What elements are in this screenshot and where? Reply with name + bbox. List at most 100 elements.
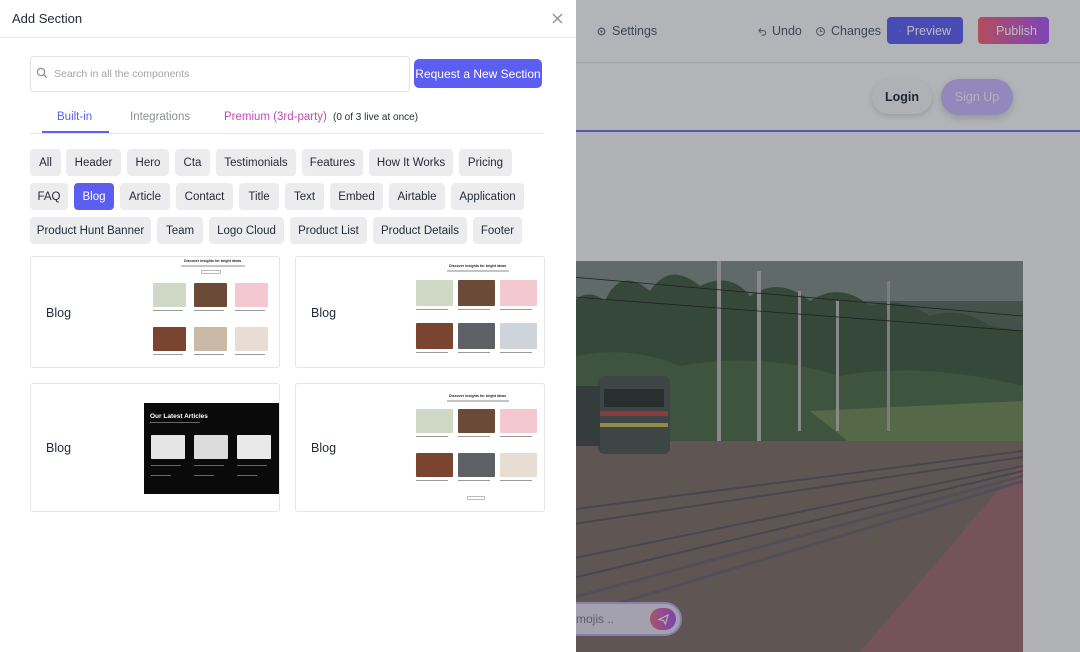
preview-image	[416, 323, 453, 349]
preview-image	[500, 409, 537, 433]
category-chip-blog[interactable]: Blog	[74, 183, 114, 210]
preview-image	[194, 327, 227, 351]
preview-text-line	[194, 475, 214, 476]
preview-text-line	[500, 480, 532, 482]
tab-premium[interactable]: Premium (3rd-party)	[224, 111, 327, 123]
preview-image	[500, 453, 537, 477]
category-chip-how-it-works[interactable]: How It Works	[369, 149, 453, 176]
category-chip-footer[interactable]: Footer	[473, 217, 522, 244]
tabs-divider	[30, 133, 544, 134]
preview-subtitle	[181, 265, 245, 267]
preview-text-line	[151, 475, 171, 476]
category-chip-cta[interactable]: Cta	[175, 149, 210, 176]
preview-text-line	[235, 310, 265, 312]
category-chip-product-list[interactable]: Product List	[290, 217, 367, 244]
preview-image	[153, 327, 186, 351]
panel-header: Add Section	[0, 0, 576, 38]
category-chip-title[interactable]: Title	[239, 183, 279, 210]
category-chip-hero[interactable]: Hero	[127, 149, 169, 176]
search-input[interactable]	[54, 63, 404, 85]
preview-image	[458, 280, 495, 306]
preview-button	[201, 270, 221, 274]
section-card-label: Blog	[311, 306, 337, 320]
category-chip-contact[interactable]: Contact	[176, 183, 233, 210]
section-card-preview: Discover insights for bright ideas	[412, 261, 542, 365]
section-card-preview: Our Latest Articles	[144, 403, 279, 494]
preview-text-line	[194, 310, 224, 312]
section-card-label: Blog	[311, 441, 337, 455]
category-chip-all[interactable]: All	[30, 149, 61, 176]
preview-text-line	[458, 436, 490, 438]
preview-image	[500, 280, 537, 306]
category-chip-header[interactable]: Header	[66, 149, 121, 176]
preview-image	[237, 435, 271, 459]
preview-image	[194, 283, 227, 307]
add-section-panel: Add Section Request a New Section Built-…	[0, 0, 576, 652]
close-icon	[552, 13, 562, 23]
preview-text-line	[500, 352, 532, 354]
category-chip-embed[interactable]: Embed	[330, 183, 383, 210]
preview-image	[458, 453, 495, 477]
preview-text-line	[235, 354, 265, 356]
preview-text-line	[194, 354, 224, 356]
category-chip-pricing[interactable]: Pricing	[459, 149, 512, 176]
preview-text-line	[153, 354, 183, 356]
preview-subtitle	[150, 422, 200, 423]
category-chip-product-hunt-banner[interactable]: Product Hunt Banner	[30, 217, 151, 244]
preview-text-line	[416, 352, 448, 354]
preview-image	[458, 323, 495, 349]
active-tab-indicator	[42, 131, 109, 133]
preview-image	[458, 409, 495, 433]
preview-title: Discover insights for bright ideas	[449, 394, 507, 398]
category-chip-faq[interactable]: FAQ	[30, 183, 68, 210]
category-chip-logo-cloud[interactable]: Logo Cloud	[209, 217, 284, 244]
preview-title: Our Latest Articles	[150, 413, 208, 420]
preview-text-line	[500, 436, 532, 438]
section-card[interactable]: Blog Our Latest Articles	[30, 383, 280, 512]
section-card-preview: Discover insights for bright ideas	[149, 257, 279, 367]
preview-text-line	[153, 310, 183, 312]
section-card-label: Blog	[46, 306, 72, 320]
category-chip-text[interactable]: Text	[285, 183, 324, 210]
preview-image	[194, 435, 228, 459]
request-section-button[interactable]: Request a New Section	[414, 59, 542, 88]
section-card[interactable]: Blog Discover insights for bright ideas	[295, 383, 545, 512]
preview-image	[235, 283, 268, 307]
category-chip-team[interactable]: Team	[157, 217, 203, 244]
preview-text-line	[458, 352, 490, 354]
preview-image	[416, 409, 453, 433]
category-chip-airtable[interactable]: Airtable	[389, 183, 445, 210]
preview-text-line	[458, 309, 490, 311]
preview-image	[500, 323, 537, 349]
tab-integrations[interactable]: Integrations	[130, 111, 190, 123]
category-chip-application[interactable]: Application	[451, 183, 524, 210]
preview-subtitle	[447, 270, 509, 272]
preview-image	[153, 283, 186, 307]
preview-image	[416, 280, 453, 306]
preview-text-line	[416, 309, 448, 311]
preview-text-line	[194, 465, 224, 466]
preview-title: Discover insights for bright ideas	[184, 259, 242, 263]
preview-text-line	[237, 465, 267, 466]
preview-text-line	[458, 480, 490, 482]
tab-built-in[interactable]: Built-in	[57, 111, 92, 123]
preview-text-line	[416, 480, 448, 482]
category-chip-article[interactable]: Article	[120, 183, 170, 210]
category-chip-features[interactable]: Features	[302, 149, 363, 176]
preview-text-line	[416, 436, 448, 438]
close-button[interactable]	[549, 10, 565, 26]
preview-image	[235, 327, 268, 351]
preview-image	[416, 453, 453, 477]
section-card-preview: Discover insights for bright ideas	[412, 392, 542, 506]
category-chip-product-details[interactable]: Product Details	[373, 217, 467, 244]
search-icon	[36, 67, 48, 79]
section-card[interactable]: Blog Discover insights for bright ideas	[295, 256, 545, 368]
panel-title: Add Section	[12, 11, 83, 26]
section-card[interactable]: Blog Discover insights for bright ideas	[30, 256, 280, 368]
preview-text-line	[151, 465, 181, 466]
preview-subtitle	[447, 400, 509, 402]
preview-title: Discover insights for bright ideas	[449, 264, 507, 268]
preview-text-line	[500, 309, 532, 311]
category-chip-testimonials[interactable]: Testimonials	[216, 149, 296, 176]
section-card-label: Blog	[46, 441, 72, 455]
